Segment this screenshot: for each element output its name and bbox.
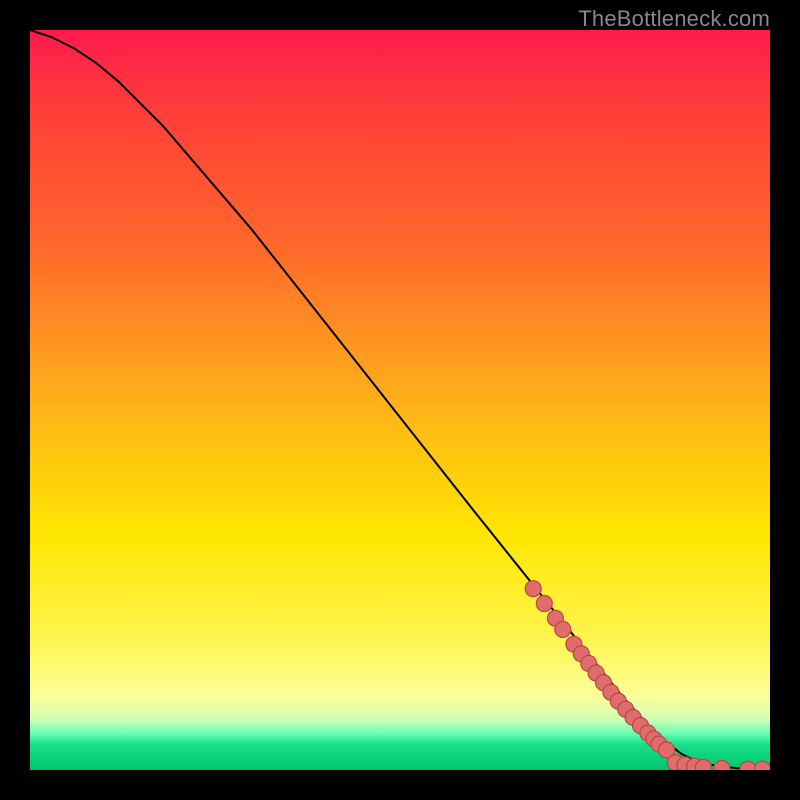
curve-line: [30, 30, 770, 769]
curve-path: [30, 30, 770, 769]
data-marker: [525, 581, 541, 597]
watermark: TheBottleneck.com: [578, 6, 770, 32]
data-marker: [714, 761, 730, 770]
data-marker: [695, 759, 711, 770]
data-marker: [536, 596, 552, 612]
data-markers: [525, 581, 770, 770]
data-marker: [755, 761, 770, 770]
chart-svg: [30, 30, 770, 770]
chart-frame: TheBottleneck.com: [0, 0, 800, 800]
data-marker: [555, 621, 571, 637]
data-marker: [740, 761, 756, 770]
plot-area: [30, 30, 770, 770]
